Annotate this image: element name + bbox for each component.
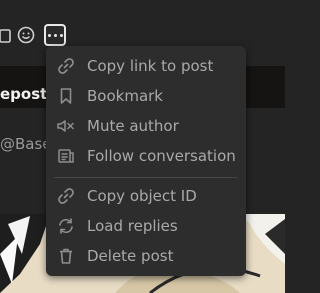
trash-icon — [56, 246, 76, 266]
clipboard-icon[interactable] — [0, 22, 16, 48]
menu-divider — [54, 177, 238, 178]
link-icon — [56, 186, 76, 206]
menu-item-follow-conversation[interactable]: Follow conversation — [46, 141, 246, 171]
menu-item-label: Follow conversation — [87, 147, 236, 165]
menu-item-label: Mute author — [87, 117, 179, 135]
menu-item-delete-post[interactable]: Delete post — [46, 241, 246, 271]
post-options-menu: Copy link to post Bookmark Mute author F… — [46, 46, 246, 276]
menu-item-label: Bookmark — [87, 87, 163, 105]
follow-conversation-icon — [56, 146, 76, 166]
repost-label: epost — [0, 85, 48, 103]
link-icon — [56, 56, 76, 76]
menu-item-copy-object-id[interactable]: Copy object ID — [46, 181, 246, 211]
menu-item-label: Load replies — [87, 217, 178, 235]
mute-icon — [56, 116, 76, 136]
bookmark-icon — [56, 86, 76, 106]
menu-item-copy-link[interactable]: Copy link to post — [46, 51, 246, 81]
menu-item-load-replies[interactable]: Load replies — [46, 211, 246, 241]
more-options-button[interactable] — [44, 24, 66, 46]
author-handle[interactable]: @Base — [0, 134, 52, 154]
menu-item-label: Copy link to post — [87, 57, 214, 75]
menu-item-mute-author[interactable]: Mute author — [46, 111, 246, 141]
emoji-icon[interactable] — [15, 22, 37, 48]
menu-item-label: Delete post — [87, 247, 174, 265]
menu-item-label: Copy object ID — [87, 187, 197, 205]
more-icon — [47, 33, 63, 37]
refresh-icon — [56, 216, 76, 236]
menu-item-bookmark[interactable]: Bookmark — [46, 81, 246, 111]
